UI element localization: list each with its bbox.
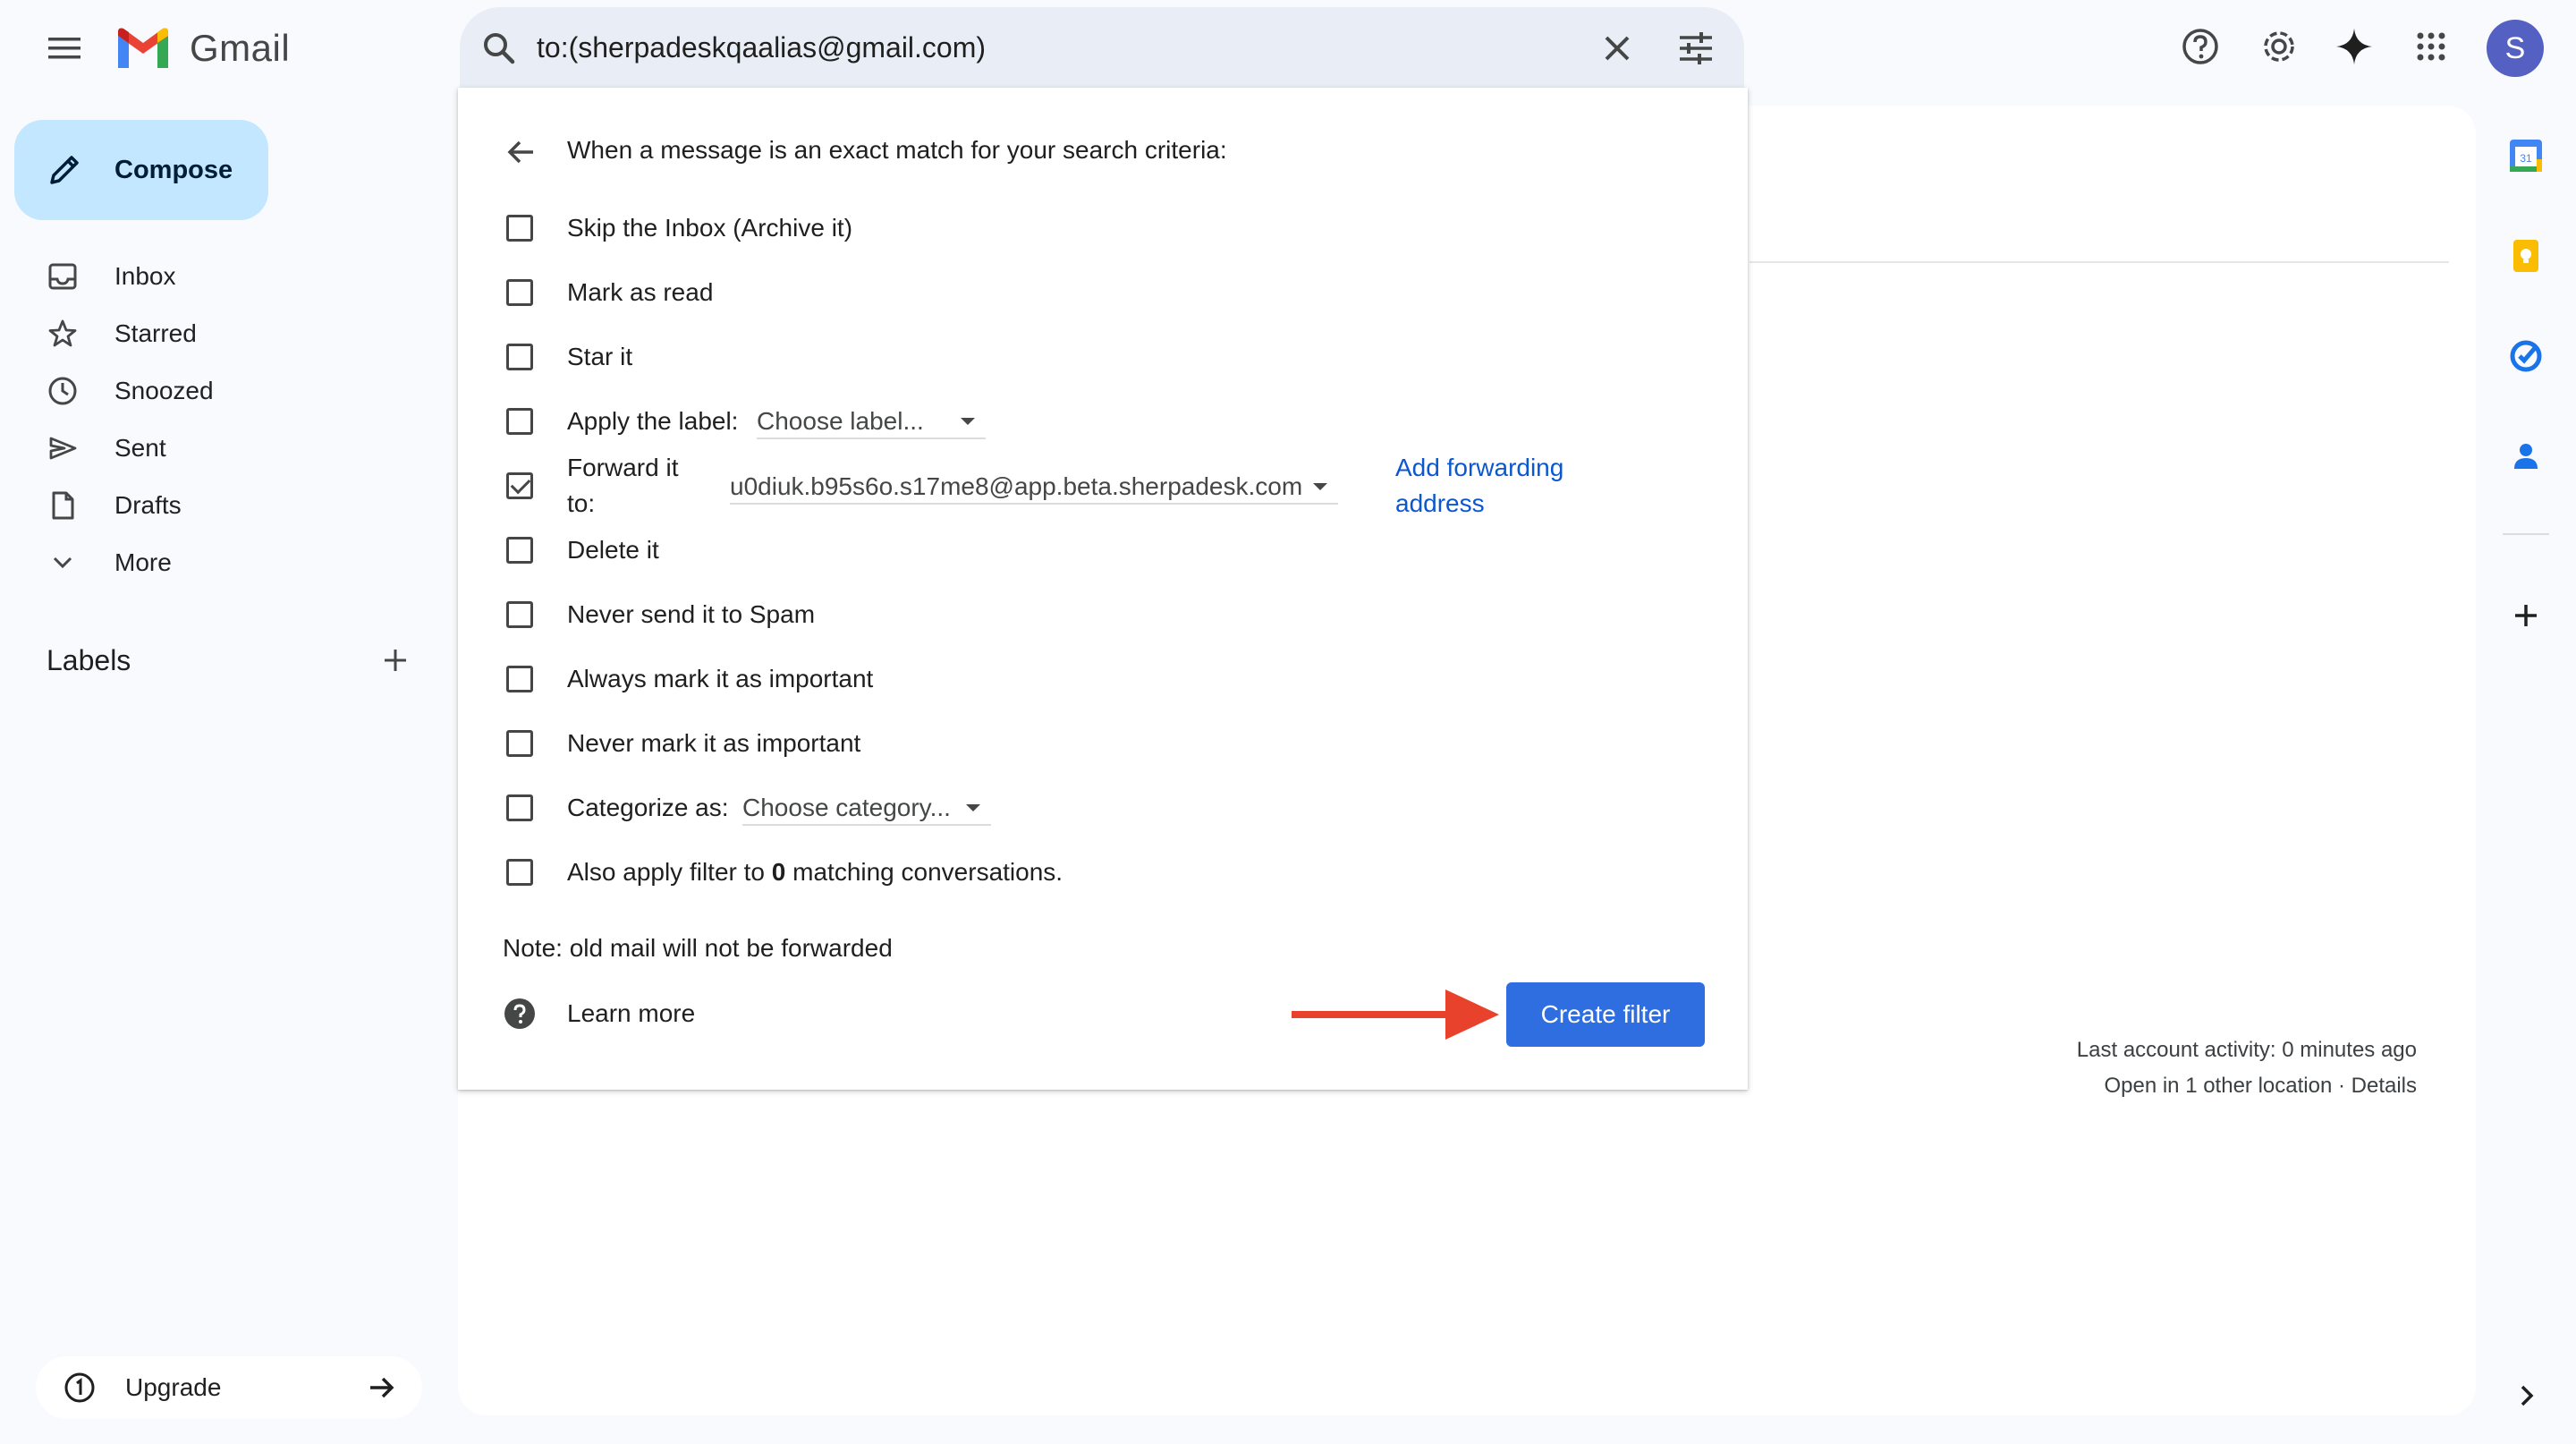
dropdown-caret-icon: [1313, 483, 1327, 490]
annotation-arrow-icon: [1288, 984, 1503, 1045]
main-menu-icon[interactable]: [39, 29, 89, 68]
choose-category-value: Choose category...: [742, 794, 951, 821]
gmail-logo-icon[interactable]: [114, 25, 172, 72]
svg-text:31: 31: [2520, 152, 2532, 165]
skip-inbox-label: Skip the Inbox (Archive it): [567, 214, 853, 242]
always-important-checkbox[interactable]: [506, 666, 533, 692]
search-options-icon[interactable]: [1674, 27, 1717, 70]
choose-category-dropdown[interactable]: Choose category...: [742, 790, 991, 826]
also-apply-label: Also apply filter to 0 matching conversa…: [567, 856, 1063, 888]
sidebar-item-snoozed[interactable]: Snoozed: [0, 362, 447, 420]
sidebar-item-label: More: [114, 548, 172, 576]
search-icon[interactable]: [479, 29, 519, 68]
forward-address-dropdown[interactable]: u0diuk.b95s6o.s17me8@app.beta.sherpadesk…: [730, 469, 1338, 505]
matching-count: 0: [771, 858, 786, 886]
keep-notes-icon[interactable]: [2504, 234, 2547, 277]
add-addon-icon[interactable]: [2504, 594, 2547, 637]
clear-search-icon[interactable]: [1597, 29, 1637, 68]
never-important-label: Never mark it as important: [567, 729, 861, 757]
upgrade-icon: [63, 1371, 97, 1405]
upgrade-label: Upgrade: [125, 1373, 222, 1401]
arrow-right-icon: [365, 1371, 399, 1405]
also-apply-prefix: Also apply filter to: [567, 858, 765, 886]
help-circle-icon: [503, 997, 537, 1031]
gemini-sparkle-icon[interactable]: [2331, 23, 2377, 70]
sidebar-item-label: Drafts: [114, 491, 182, 519]
send-icon: [47, 432, 79, 464]
settings-gear-icon[interactable]: [2256, 23, 2302, 70]
delete-it-checkbox[interactable]: [506, 537, 533, 564]
forwarding-note: Note: old mail will not be forwarded: [503, 934, 893, 962]
choose-label-dropdown[interactable]: Choose label...: [757, 403, 986, 439]
forward-address-value: u0diuk.b95s6o.s17me8@app.beta.sherpadesk…: [730, 472, 1303, 500]
forward-it-checkbox[interactable]: [506, 472, 533, 499]
last-account-activity: Last account activity: 0 minutes ago: [2076, 1038, 2417, 1062]
sidebar-item-sent[interactable]: Sent: [0, 420, 447, 477]
sidebar-item-label: Inbox: [114, 262, 176, 290]
apply-label-label: Apply the label:: [567, 407, 739, 435]
labels-heading: Labels: [47, 644, 131, 676]
app-brand-name: Gmail: [190, 27, 291, 69]
learn-more-link[interactable]: Learn more: [567, 997, 695, 1031]
other-location-details-link[interactable]: Open in 1 other location · Details: [1968, 1072, 2417, 1100]
compose-label: Compose: [114, 156, 233, 184]
sidebar-item-label: Starred: [114, 319, 197, 347]
forward-it-label-line1: Forward it: [567, 454, 679, 481]
star-icon: [47, 318, 79, 350]
sidebar-item-label: Snoozed: [114, 377, 214, 404]
also-apply-checkbox[interactable]: [506, 859, 533, 886]
inbox-icon: [47, 260, 79, 293]
apps-grid-icon[interactable]: [2408, 23, 2454, 70]
sidebar-item-label: Sent: [114, 434, 166, 462]
draft-icon: [47, 489, 79, 522]
skip-inbox-checkbox[interactable]: [506, 215, 533, 242]
sidebar-item-more[interactable]: More: [0, 534, 447, 591]
never-spam-checkbox[interactable]: [506, 601, 533, 628]
search-input[interactable]: to:(sherpadeskqaalias@gmail.com): [537, 29, 986, 66]
dropdown-caret-icon: [961, 418, 975, 425]
add-forwarding-address-link[interactable]: Add forwarding: [1395, 450, 1563, 486]
contacts-icon[interactable]: [2504, 435, 2547, 478]
forward-it-label-line2: to:: [567, 489, 596, 517]
pencil-icon: [47, 152, 82, 188]
sidebar-item-inbox[interactable]: Inbox: [0, 248, 447, 305]
help-icon[interactable]: [2177, 23, 2224, 70]
content-divider: [1750, 261, 2449, 263]
add-label-icon[interactable]: [377, 642, 413, 678]
categorize-checkbox[interactable]: [506, 794, 533, 821]
sidebar-item-starred[interactable]: Starred: [0, 305, 447, 362]
star-it-label: Star it: [567, 343, 633, 370]
back-arrow-icon[interactable]: [501, 132, 540, 172]
mark-as-read-label: Mark as read: [567, 278, 714, 306]
clock-icon: [47, 375, 79, 407]
also-apply-suffix: matching conversations.: [792, 858, 1063, 886]
add-forwarding-address-link-line2[interactable]: address: [1395, 486, 1485, 522]
choose-label-value: Choose label...: [757, 407, 924, 435]
never-spam-label: Never send it to Spam: [567, 600, 816, 628]
apply-label-checkbox[interactable]: [506, 408, 533, 435]
always-important-label: Always mark it as important: [567, 665, 874, 692]
filter-criteria-heading: When a message is an exact match for you…: [567, 136, 1227, 164]
categorize-label: Categorize as:: [567, 794, 729, 821]
delete-it-label: Delete it: [567, 536, 659, 564]
account-avatar[interactable]: S: [2487, 20, 2544, 77]
dropdown-caret-icon: [966, 804, 980, 811]
star-it-checkbox[interactable]: [506, 344, 533, 370]
chevron-down-icon: [47, 547, 79, 579]
never-important-checkbox[interactable]: [506, 730, 533, 757]
mark-as-read-checkbox[interactable]: [506, 279, 533, 306]
chevron-right-icon[interactable]: [2504, 1374, 2547, 1417]
rail-divider: [2503, 533, 2549, 535]
calendar-icon[interactable]: 31: [2504, 134, 2547, 177]
sidebar-item-drafts[interactable]: Drafts: [0, 477, 447, 534]
tasks-icon[interactable]: [2504, 335, 2547, 378]
create-filter-button[interactable]: Create filter: [1506, 982, 1705, 1047]
